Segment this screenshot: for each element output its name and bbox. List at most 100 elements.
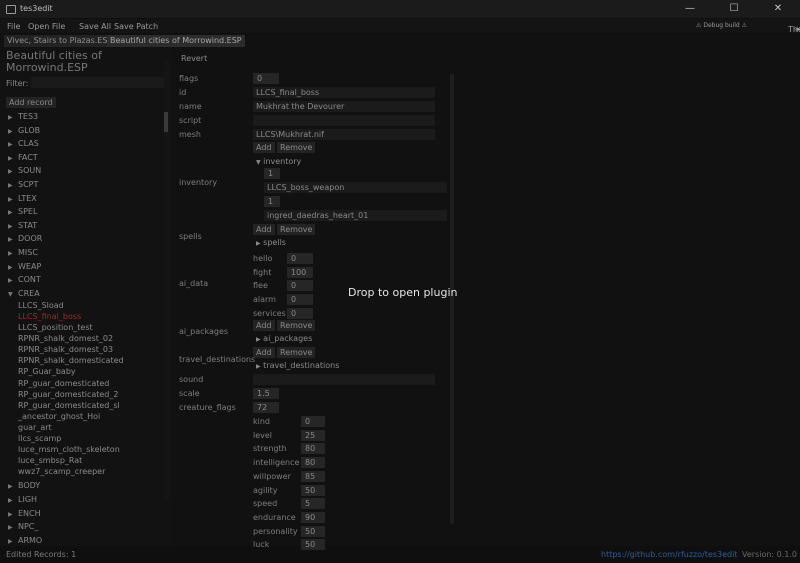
- tree-record-item[interactable]: luce_smbsp_Rat: [18, 455, 82, 466]
- filter-input[interactable]: [31, 77, 164, 88]
- menu-bar: File Open File Save All Save Patch ⚠ Deb…: [0, 19, 800, 34]
- tree-group-label: TES3: [18, 112, 39, 121]
- add-record-button[interactable]: Add record: [6, 97, 56, 108]
- tree-group-body[interactable]: ▶ BODY: [8, 479, 40, 492]
- tree-group-tes3[interactable]: ▶ TES3: [8, 110, 38, 123]
- tree-group-cont[interactable]: ▶ CONT: [8, 273, 41, 286]
- inventory-remove-button[interactable]: Remove: [277, 142, 316, 153]
- tree-record-item[interactable]: RP_guar_domesticated: [18, 378, 109, 389]
- travel-remove-button[interactable]: Remove: [277, 347, 316, 358]
- close-button[interactable]: ✕: [756, 0, 800, 18]
- tree-record-item[interactable]: RPNR_shalk_domest_02: [18, 333, 113, 344]
- sun-icon[interactable]: ☀: [794, 25, 800, 34]
- ai-data-input[interactable]: 0: [287, 253, 313, 264]
- creature-flags-input[interactable]: 72: [253, 402, 279, 413]
- tree-group-stat[interactable]: ▶ STAT: [8, 219, 37, 232]
- triangle-down-icon: ▼: [256, 159, 261, 166]
- ai-packages-remove-button[interactable]: Remove: [277, 320, 316, 331]
- stat-input[interactable]: 90: [301, 511, 325, 523]
- revert-button[interactable]: Revert: [181, 54, 207, 63]
- tree-group-weap[interactable]: ▶ WEAP: [8, 260, 41, 273]
- maximize-button[interactable]: ☐: [712, 0, 756, 18]
- inventory-count-0[interactable]: 1: [264, 168, 280, 179]
- id-input[interactable]: LLCS_final_boss: [253, 87, 435, 98]
- stat-input[interactable]: 0: [301, 416, 325, 427]
- tree-record-item[interactable]: RP_Guar_baby: [18, 366, 76, 377]
- travel-add-button[interactable]: Add: [253, 347, 275, 358]
- save-all-button[interactable]: Save All: [79, 22, 111, 31]
- stat-input[interactable]: 50: [301, 525, 325, 537]
- tree-record-item[interactable]: RP_guar_domesticated_2: [18, 389, 118, 400]
- inventory-id-0[interactable]: LLCS_boss_weapon: [264, 182, 447, 193]
- spells-expand-toggle[interactable]: ▶ spells: [256, 238, 286, 247]
- tree-group-fact[interactable]: ▶ FACT: [8, 151, 38, 164]
- tree-group-crea[interactable]: ▼ CREA: [8, 287, 40, 300]
- tree-record-item[interactable]: guar_art: [18, 422, 52, 433]
- tree-group-label: SPEL: [18, 207, 38, 217]
- tree-record-item[interactable]: luce_msm_cloth_skeleton: [18, 444, 120, 455]
- editor-scrollbar[interactable]: [450, 74, 454, 524]
- tree-record-item[interactable]: LLCS_Sload: [18, 300, 64, 311]
- tab-vivec-stairs[interactable]: Vivec, Stairs to Plazas.ESP: [4, 35, 116, 47]
- scale-input[interactable]: 1.5: [253, 388, 279, 399]
- tree-group-soun[interactable]: ▶ SOUN: [8, 164, 41, 177]
- tree-group-ench[interactable]: ▶ ENCH: [8, 507, 41, 520]
- stat-input[interactable]: 80: [301, 457, 325, 469]
- inventory-count-1[interactable]: 1: [264, 196, 280, 207]
- inventory-collapse-toggle[interactable]: ▼ inventory: [256, 157, 301, 166]
- tree-record-item[interactable]: LLCS_position_test: [18, 322, 93, 333]
- tree-group-label: LIGH: [18, 495, 38, 504]
- stat-input[interactable]: 25: [301, 429, 325, 441]
- stat-input[interactable]: 50: [301, 484, 325, 496]
- inventory-id-1[interactable]: ingred_daedras_heart_01: [264, 210, 447, 221]
- sound-input[interactable]: [253, 374, 435, 385]
- tree-group-scpt[interactable]: ▶ SCPT: [8, 178, 38, 191]
- stat-input[interactable]: 85: [301, 470, 325, 482]
- triangle-right-icon: ▶: [8, 524, 13, 532]
- tree-group-label: BODY: [18, 481, 41, 491]
- ai-packages-add-button[interactable]: Add: [253, 320, 275, 331]
- name-input[interactable]: Mukhrat the Devourer: [253, 101, 435, 112]
- travel-expand-toggle[interactable]: ▶ travel_destinations: [256, 361, 339, 370]
- tree-record-item[interactable]: LLCS_final_boss: [18, 311, 81, 322]
- tree-record-item[interactable]: wwz7_scamp_creeper: [18, 466, 105, 477]
- minimize-button[interactable]: —: [668, 0, 712, 18]
- ai-data-input[interactable]: 0: [287, 294, 313, 306]
- tree-group-spel[interactable]: ▶ SPEL: [8, 205, 37, 218]
- github-link[interactable]: https://github.com/rfuzzo/tes3edit: [601, 550, 738, 559]
- menu-file[interactable]: File: [7, 22, 20, 31]
- stat-input[interactable]: 50: [301, 539, 325, 551]
- spells-add-button[interactable]: Add: [253, 224, 275, 235]
- stat-label: level: [253, 430, 273, 440]
- ai-packages-expand-toggle[interactable]: ▶ ai_packages: [256, 334, 312, 343]
- ai-data-input[interactable]: 100: [287, 266, 313, 278]
- open-file-button[interactable]: Open File: [28, 22, 65, 31]
- tree-group-misc[interactable]: ▶ MISC: [8, 246, 38, 259]
- tree-record-item[interactable]: RPNR_shalk_domest_03: [18, 344, 113, 355]
- ai-data-label: fight: [253, 267, 272, 277]
- stat-input[interactable]: 80: [301, 443, 325, 455]
- script-input[interactable]: [253, 115, 435, 126]
- tree-group-glob[interactable]: ▶ GLOB: [8, 124, 40, 137]
- tree-group-clas[interactable]: ▶ CLAS: [8, 137, 39, 150]
- save-patch-button[interactable]: Save Patch: [114, 22, 158, 31]
- tree-record-item[interactable]: llcs_scamp: [18, 433, 61, 444]
- mesh-input[interactable]: LLCS\Mukhrat.nif: [253, 129, 435, 140]
- spells-remove-button[interactable]: Remove: [277, 224, 316, 235]
- ai-data-input[interactable]: 0: [287, 307, 313, 319]
- tree-group-door[interactable]: ▶ DOOR: [8, 232, 42, 245]
- triangle-down-icon: ▼: [8, 290, 13, 298]
- tree-group-ligh[interactable]: ▶ LIGH: [8, 493, 37, 506]
- tree-group-npc[interactable]: ▶ NPC_: [8, 520, 38, 533]
- tree-group-ltex[interactable]: ▶ LTEX: [8, 192, 37, 205]
- tree-record-item[interactable]: RP_guar_domesticated_sl: [18, 400, 120, 411]
- ai-data-input[interactable]: 0: [287, 280, 313, 292]
- tree-record-item[interactable]: RPNR_shalk_domesticated: [18, 355, 124, 366]
- tab-beautiful-cities[interactable]: Beautiful cities of Morrowind.ESP: [107, 35, 245, 47]
- tree-record-item[interactable]: _ancestor_ghost_Hoi: [18, 411, 100, 422]
- flags-input[interactable]: 0: [253, 73, 279, 84]
- tree-group-armo[interactable]: ▶ ARMO: [8, 534, 42, 547]
- stat-input[interactable]: 5: [301, 498, 325, 510]
- inventory-add-button[interactable]: Add: [253, 142, 275, 153]
- sidebar-scroll-thumb[interactable]: [164, 112, 168, 132]
